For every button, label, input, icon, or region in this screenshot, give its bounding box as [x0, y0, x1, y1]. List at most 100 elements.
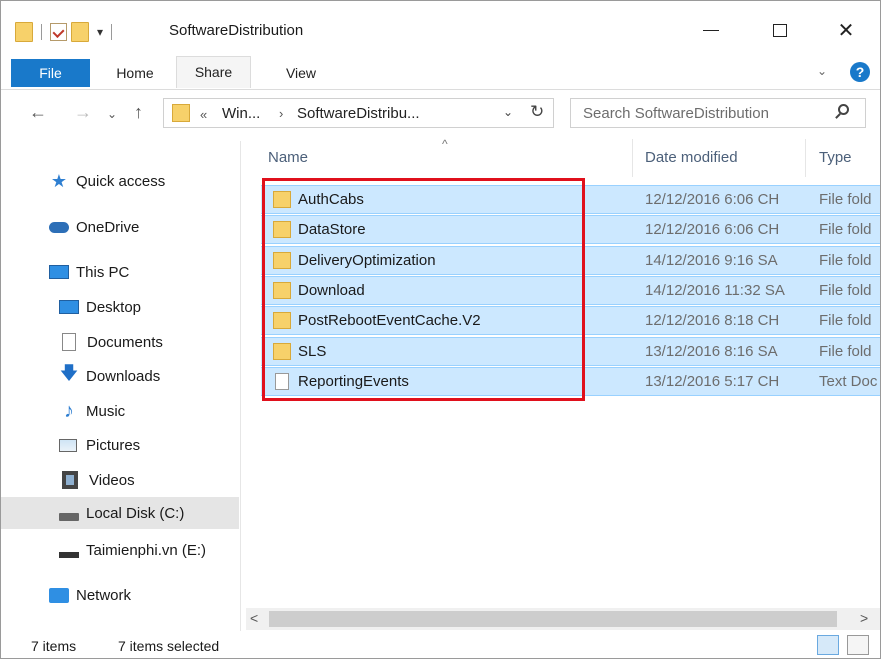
folder-icon [273, 282, 291, 300]
download-arrow-icon: 🡇 [59, 363, 79, 383]
sidebar-item-local-disk[interactable]: Local Disk (C:) [1, 497, 239, 529]
file-date: 13/12/2016 8:16 SA [645, 342, 778, 360]
breadcrumb-overflow[interactable]: « [200, 107, 207, 122]
table-row[interactable]: Download 14/12/2016 11:32 SA File fold [261, 276, 880, 306]
breadcrumb-chevron-icon[interactable]: › [279, 106, 283, 121]
pane-divider [240, 141, 241, 631]
file-name: Download [298, 282, 365, 300]
properties-icon[interactable] [50, 23, 67, 41]
usb-drive-icon [59, 552, 79, 558]
sidebar-item-usb-drive[interactable]: Taimienphi.vn (E:) [1, 534, 297, 566]
sidebar-item-label: Documents [87, 333, 163, 351]
explorer-window: ▾ SoftwareDistribution ✕ File Home Share… [0, 0, 881, 659]
file-date: 13/12/2016 5:17 CH [645, 373, 780, 391]
title-bar: ▾ SoftwareDistribution ✕ [1, 1, 880, 53]
column-divider[interactable] [632, 139, 633, 177]
breadcrumb-windows[interactable]: Win... [222, 105, 260, 122]
details-view-icon[interactable] [817, 635, 839, 655]
sidebar-item-pictures[interactable]: Pictures [1, 429, 297, 461]
help-icon[interactable]: ? [850, 62, 870, 82]
sidebar-item-network[interactable]: Network [1, 579, 287, 611]
search-input[interactable]: Search SoftwareDistribution [570, 98, 866, 128]
sidebar-item-this-pc[interactable]: This PC [1, 256, 287, 288]
back-button[interactable]: ← [29, 102, 47, 123]
sidebar-item-videos[interactable]: Videos [1, 464, 300, 496]
ribbon-tabs: File Home Share View ⌄ ? [1, 56, 880, 90]
search-placeholder: Search SoftwareDistribution [583, 105, 769, 122]
sidebar-item-label: Desktop [86, 298, 142, 316]
folder-icon [273, 342, 291, 360]
sidebar-item-onedrive[interactable]: OneDrive [1, 211, 287, 243]
file-name: AuthCabs [298, 191, 364, 208]
minimize-button[interactable] [689, 15, 733, 45]
customize-toolbar-icon[interactable]: ▾ [97, 25, 103, 39]
sidebar-item-desktop[interactable]: Desktop [1, 291, 297, 323]
column-divider[interactable] [805, 139, 806, 177]
column-header-name[interactable]: Name [268, 149, 308, 166]
file-type: File fold [819, 312, 872, 330]
file-type: File fold [819, 221, 872, 239]
address-dropdown-icon[interactable]: ⌄ [503, 105, 513, 119]
search-icon [838, 104, 849, 115]
table-row[interactable]: ReportingEvents 13/12/2016 5:17 CH Text … [261, 367, 880, 397]
hard-drive-icon [59, 513, 79, 521]
tab-home[interactable]: Home [103, 59, 167, 87]
sidebar-item-quick-access[interactable]: ★ Quick access [1, 165, 287, 197]
sidebar-item-label: Network [76, 586, 132, 604]
documents-icon [62, 333, 76, 351]
tab-share[interactable]: Share [176, 56, 251, 88]
folder-icon [172, 104, 190, 122]
column-header-row: ^ Name Date modified Type [256, 137, 880, 177]
refresh-icon[interactable]: ↻ [530, 102, 544, 122]
quick-access-toolbar: ▾ [15, 20, 116, 44]
forward-button[interactable]: → [74, 102, 92, 123]
recent-locations-button[interactable]: ⌄ [107, 107, 117, 121]
tab-view[interactable]: View [269, 59, 333, 87]
large-icons-view-icon[interactable] [847, 635, 869, 655]
sidebar-item-label: Videos [89, 471, 135, 489]
sidebar-item-label: Music [86, 402, 126, 420]
close-button[interactable]: ✕ [824, 15, 868, 45]
horizontal-scrollbar[interactable]: < > [246, 608, 880, 630]
desktop-icon [59, 300, 79, 314]
address-bar[interactable]: « Win... › SoftwareDistribu... ⌄ ↻ [163, 98, 554, 128]
table-row[interactable]: SLS 13/12/2016 8:16 SA File fold [261, 336, 880, 366]
table-row[interactable]: AuthCabs 12/12/2016 6:06 CH File fold [261, 185, 880, 214]
file-type: File fold [819, 251, 872, 269]
file-date: 12/12/2016 6:06 CH [645, 221, 780, 239]
scroll-right-icon[interactable]: > [860, 610, 868, 626]
file-type: File fold [819, 342, 872, 360]
up-button[interactable]: ↑ [134, 102, 143, 123]
music-note-icon: ♪ [64, 399, 74, 422]
video-film-icon [62, 471, 78, 489]
table-row[interactable]: PostRebootEventCache.V2 12/12/2016 8:18 … [261, 306, 880, 336]
sidebar-item-label: OneDrive [76, 218, 140, 236]
folder-icon [273, 221, 291, 239]
file-name: ReportingEvents [298, 373, 409, 391]
sidebar-item-label: Pictures [86, 436, 141, 454]
star-icon: ★ [50, 171, 68, 191]
maximize-button[interactable] [758, 15, 802, 45]
sort-ascending-icon: ^ [442, 137, 448, 151]
cloud-icon [49, 221, 69, 233]
navigation-bar: ← → ⌄ ↑ « Win... › SoftwareDistribu... ⌄… [1, 94, 880, 134]
breadcrumb-softwaredistribution[interactable]: SoftwareDistribu... [297, 105, 420, 122]
expand-ribbon-icon[interactable]: ⌄ [817, 64, 827, 78]
status-bar: 7 items 7 items selected [1, 631, 880, 658]
tab-file[interactable]: File [11, 59, 90, 87]
sidebar-item-label: Quick access [76, 172, 166, 190]
column-header-type[interactable]: Type [819, 149, 852, 166]
scroll-left-icon[interactable]: < [250, 610, 258, 626]
scrollbar-thumb[interactable] [269, 611, 837, 627]
table-row[interactable]: DataStore 12/12/2016 6:06 CH File fold [261, 215, 880, 245]
new-folder-icon[interactable] [71, 22, 89, 42]
file-type: Text Doc [819, 373, 878, 391]
column-header-date[interactable]: Date modified [645, 149, 738, 166]
table-row[interactable]: DeliveryOptimization 14/12/2016 9:16 SA … [261, 245, 880, 275]
sidebar-item-downloads[interactable]: 🡇 Downloads [1, 360, 297, 392]
sidebar-item-label: Taimienphi.vn (E:) [86, 541, 207, 559]
file-type: File fold [819, 191, 872, 208]
folder-icon [273, 191, 291, 208]
sidebar-item-music[interactable]: ♪ Music [1, 395, 297, 427]
sidebar-item-documents[interactable]: Documents [1, 326, 297, 358]
